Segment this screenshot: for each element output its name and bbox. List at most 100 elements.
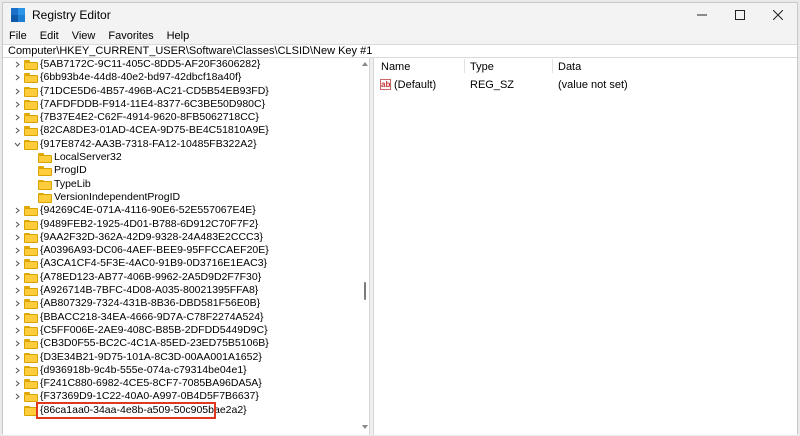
tree-item[interactable]: {917E8742-AA3B-7318-FA12-10485FB322A2} xyxy=(3,138,360,151)
tree-item[interactable]: {7AFDFDDB-F914-11E4-8377-6C3BE50D980C} xyxy=(3,98,360,111)
tree-item-label: {82CA8DE3-01AD-4CEA-9D75-BE4C51810A9E} xyxy=(40,124,269,137)
tree-item-label: {94269C4E-071A-4116-90E6-52E557067E4E} xyxy=(40,204,256,217)
chevron-right-icon[interactable] xyxy=(12,297,22,310)
chevron-right-icon[interactable] xyxy=(12,311,22,324)
minimize-icon[interactable] xyxy=(683,3,721,27)
maximize-icon[interactable] xyxy=(721,3,759,27)
address-bar[interactable]: Computer\HKEY_CURRENT_USER\Software\Clas… xyxy=(3,44,797,58)
tree-item-label: ProgID xyxy=(54,164,87,177)
chevron-right-icon[interactable] xyxy=(12,124,22,137)
chevron-right-icon[interactable] xyxy=(12,377,22,390)
folder-icon xyxy=(38,179,52,190)
tree-item[interactable]: {C5FF006E-2AE9-408C-B85B-2DFDD5449D9C} xyxy=(3,324,360,337)
folder-icon xyxy=(24,60,38,70)
tree-scrollbar[interactable] xyxy=(360,58,369,435)
chevron-right-icon[interactable] xyxy=(12,351,22,364)
tree-item[interactable]: {5AB7172C-9C11-405C-8DD5-AF20F3606282} xyxy=(3,58,360,71)
chevron-right-icon[interactable] xyxy=(12,337,22,350)
chevron-right-icon[interactable] xyxy=(12,231,22,244)
tree-item[interactable]: {A78ED123-AB77-406B-9962-2A5D9D2F7F30} xyxy=(3,271,360,284)
tree-item-label: LocalServer32 xyxy=(54,151,122,164)
tree-item[interactable]: {D3E34B21-9D75-101A-8C3D-00AA001A1652} xyxy=(3,351,360,364)
tree-item-label: {A78ED123-AB77-406B-9962-2A5D9D2F7F30} xyxy=(40,270,262,283)
address-path: Computer\HKEY_CURRENT_USER\Software\Clas… xyxy=(8,45,373,57)
folder-icon xyxy=(24,86,38,97)
chevron-right-icon[interactable] xyxy=(12,218,22,231)
tree-item[interactable]: {86ca1aa0-34aa-4e8b-a509-50c905bae2a2} xyxy=(3,401,360,419)
column-header-name[interactable]: Name xyxy=(381,61,410,73)
chevron-right-icon[interactable] xyxy=(12,324,22,337)
menu-file[interactable]: File xyxy=(3,30,34,42)
tree-item[interactable]: TypeLib xyxy=(3,178,360,191)
folder-icon xyxy=(24,352,38,363)
tree-item[interactable]: {82CA8DE3-01AD-4CEA-9D75-BE4C51810A9E} xyxy=(3,124,360,137)
value-row[interactable]: ab (Default) REG_SZ (value not set) xyxy=(374,78,797,94)
tree-item[interactable]: {AB807329-7324-431B-8B36-DBD581F56E0B} xyxy=(3,297,360,310)
tree-item[interactable]: LocalServer32 xyxy=(3,151,360,164)
folder-icon xyxy=(24,365,38,376)
column-header-type[interactable]: Type xyxy=(470,61,494,73)
close-icon[interactable] xyxy=(759,3,797,27)
tree-item[interactable]: {9489FEB2-1925-4D01-B788-6D912C70F7F2} xyxy=(3,218,360,231)
folder-icon xyxy=(24,259,38,270)
column-separator[interactable] xyxy=(552,59,553,73)
chevron-down-icon[interactable] xyxy=(12,138,22,151)
tree-item[interactable]: {F241C880-6982-4CE5-8CF7-7085BA96DA5A} xyxy=(3,377,360,390)
window-controls xyxy=(683,3,797,27)
folder-icon xyxy=(38,166,52,177)
highlight-annotation-box xyxy=(36,401,216,419)
chevron-right-icon[interactable] xyxy=(12,71,22,84)
column-header-data[interactable]: Data xyxy=(558,61,581,73)
tree-item-label: {A3CA1CF4-5F3E-4AC0-91B9-0D3716E1EAC3} xyxy=(40,257,268,270)
tree-item[interactable]: {94269C4E-071A-4116-90E6-52E557067E4E} xyxy=(3,204,360,217)
chevron-right-icon[interactable] xyxy=(12,257,22,270)
value-name: (Default) xyxy=(394,79,437,91)
menu-view[interactable]: View xyxy=(66,30,103,42)
tree-item[interactable]: {6bb93b4e-44d8-40e2-bd97-42dbcf18a40f} xyxy=(3,71,360,84)
tree-item-label: {F241C880-6982-4CE5-8CF7-7085BA96DA5A} xyxy=(40,377,262,390)
chevron-right-icon[interactable] xyxy=(12,58,22,71)
scroll-up-icon[interactable] xyxy=(362,62,368,66)
chevron-right-icon[interactable] xyxy=(12,98,22,111)
tree-item-label: {D3E34B21-9D75-101A-8C3D-00AA001A1652} xyxy=(40,350,262,363)
folder-icon xyxy=(24,99,38,110)
chevron-right-icon[interactable] xyxy=(12,284,22,297)
tree-item[interactable]: VersionIndependentProgID xyxy=(3,191,360,204)
chevron-right-icon[interactable] xyxy=(12,204,22,217)
tree-item-label: TypeLib xyxy=(54,177,91,190)
tree-item[interactable]: {A926714B-7BFC-4D08-A035-80021395FFA8} xyxy=(3,284,360,297)
chevron-right-icon[interactable] xyxy=(12,271,22,284)
tree-item[interactable]: {9AA2F32D-362A-42D9-9328-24A483E2CCC3} xyxy=(3,231,360,244)
tree-item[interactable]: {d936918b-9c4b-555e-074a-c79314be04e1} xyxy=(3,364,360,377)
string-value-icon: ab xyxy=(380,79,391,90)
scroll-thumb[interactable] xyxy=(364,282,366,300)
folder-icon xyxy=(24,73,38,84)
tree-item-label: {A0396A93-DC06-4AEF-BEE9-95FFCCAEF20E} xyxy=(40,244,269,257)
tree-item[interactable]: {7B37E4E2-C62F-4914-9620-8FB5062718CC} xyxy=(3,111,360,124)
tree-item[interactable]: {CB3D0F55-BC2C-4C1A-85ED-23ED75B5106B} xyxy=(3,337,360,350)
tree-item[interactable]: ProgID xyxy=(3,164,360,177)
column-separator[interactable] xyxy=(464,59,465,73)
tree-item[interactable]: {A0396A93-DC06-4AEF-BEE9-95FFCCAEF20E} xyxy=(3,244,360,257)
chevron-right-icon[interactable] xyxy=(12,85,22,98)
tree-item-label: {917E8742-AA3B-7318-FA12-10485FB322A2} xyxy=(40,137,257,150)
folder-icon xyxy=(24,312,38,323)
menu-help[interactable]: Help xyxy=(161,30,197,42)
folder-icon xyxy=(38,192,52,203)
tree-item[interactable]: {A3CA1CF4-5F3E-4AC0-91B9-0D3716E1EAC3} xyxy=(3,257,360,270)
menu-edit[interactable]: Edit xyxy=(34,30,66,42)
menu-favorites[interactable]: Favorites xyxy=(102,30,160,42)
chevron-right-icon[interactable] xyxy=(12,244,22,257)
chevron-right-icon[interactable] xyxy=(12,364,22,377)
folder-icon xyxy=(24,339,38,350)
values-pane: Name Type Data ab (Default) REG_SZ (valu… xyxy=(374,58,797,435)
title-bar[interactable]: Registry Editor xyxy=(3,3,797,27)
chevron-right-icon[interactable] xyxy=(12,390,22,403)
tree-item-label: {CB3D0F55-BC2C-4C1A-85ED-23ED75B5106B} xyxy=(40,337,269,350)
tree-item-label: {C5FF006E-2AE9-408C-B85B-2DFDD5449D9C} xyxy=(40,323,268,336)
tree-item[interactable]: {71DCE5D6-4B57-496B-AC21-CD5B54EB93FD} xyxy=(3,85,360,98)
chevron-right-icon[interactable] xyxy=(12,111,22,124)
scroll-down-icon[interactable] xyxy=(362,425,368,429)
tree-item[interactable]: {BBACC218-34EA-4666-9D7A-C78F2274A524} xyxy=(3,311,360,324)
tree-item-label: {6bb93b4e-44d8-40e2-bd97-42dbcf18a40f} xyxy=(40,71,242,84)
